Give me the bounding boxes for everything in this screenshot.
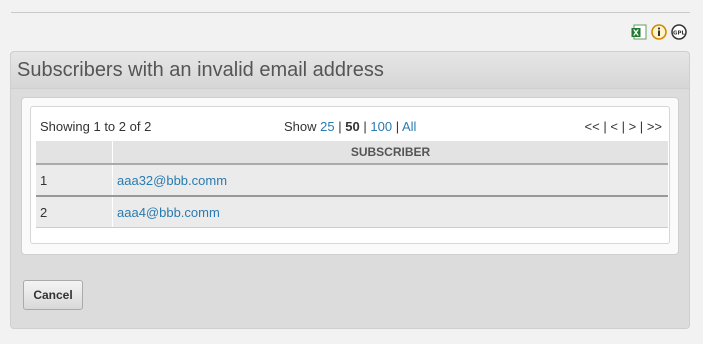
row-number: 2 <box>36 196 113 228</box>
last-page-button[interactable]: >> <box>647 119 662 134</box>
list-container: Showing 1 to 2 of 2 Show 25 | 50 | 100 |… <box>21 97 679 255</box>
cancel-button[interactable]: Cancel <box>23 280 83 310</box>
excel-export-icon[interactable]: X <box>631 24 647 40</box>
subscriber-email-cell: aaa32@bbb.comm <box>112 164 668 197</box>
gpl-icon[interactable]: GPL <box>671 24 687 40</box>
subscribers-panel: Subscribers with an invalid email addres… <box>10 51 690 329</box>
list-box: Showing 1 to 2 of 2 Show 25 | 50 | 100 |… <box>30 106 670 244</box>
page-size-100-link[interactable]: 100 <box>370 119 392 134</box>
pager-summary: Showing 1 to 2 of 2 <box>40 119 152 134</box>
subscribers-table: SUBSCRIBER 1 aaa32@bbb.comm 2 aaa4@bbb.c… <box>36 141 668 228</box>
prev-page-button[interactable]: < <box>610 119 618 134</box>
page-size-selector: Show 25 | 50 | 100 | All <box>284 119 417 134</box>
page-size-25-link[interactable]: 25 <box>320 119 334 134</box>
page-size-50-current: 50 <box>345 119 360 134</box>
page-size-all-link[interactable]: All <box>402 119 416 134</box>
table-row: 1 aaa32@bbb.comm <box>36 164 668 197</box>
svg-text:X: X <box>633 29 640 38</box>
top-divider <box>11 12 690 13</box>
subscriber-email-link[interactable]: aaa4@bbb.comm <box>117 205 220 220</box>
show-label: Show <box>284 119 317 134</box>
row-number: 1 <box>36 164 113 197</box>
svg-text:GPL: GPL <box>673 31 686 37</box>
info-icon[interactable] <box>651 24 667 40</box>
first-page-button[interactable]: << <box>585 119 600 134</box>
page-title: Subscribers with an invalid email addres… <box>11 52 689 89</box>
column-header-subscriber[interactable]: SUBSCRIBER <box>112 141 668 165</box>
next-page-button[interactable]: > <box>629 119 637 134</box>
table-header-row: SUBSCRIBER <box>36 141 668 165</box>
subscriber-email-cell: aaa4@bbb.comm <box>112 196 668 228</box>
subscriber-email-link[interactable]: aaa32@bbb.comm <box>117 173 227 188</box>
table-row: 2 aaa4@bbb.comm <box>36 196 668 228</box>
export-icons: X GPL <box>631 24 687 40</box>
column-header-number <box>36 141 113 165</box>
pager-toolbar: Showing 1 to 2 of 2 Show 25 | 50 | 100 |… <box>36 112 667 139</box>
pager-nav: << | < | > | >> <box>584 119 662 134</box>
